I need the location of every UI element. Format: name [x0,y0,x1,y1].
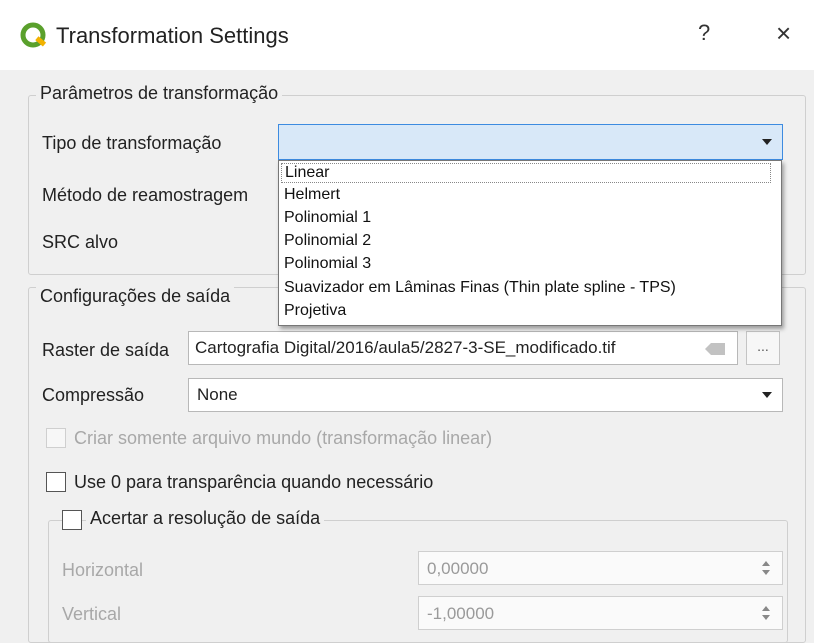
window-title: Transformation Settings [56,23,289,48]
world-file-label: Criar somente arquivo mundo (transformaç… [74,428,493,448]
transform-params-title: Parâmetros de transformação [36,83,283,104]
resampling-label: Método de reamostragem [42,185,249,205]
dropdown-option-polinomial-3[interactable]: Polinomial 3 [284,255,371,273]
qgis-icon [20,22,47,48]
vertical-spinbox[interactable]: -1,00000 [418,596,783,630]
vertical-label: Vertical [62,604,122,624]
transform-type-label: Tipo de transformação [42,133,222,153]
transform-type-dropdown[interactable]: Linear Helmert Polinomial 1 Polinomial 2… [278,160,782,326]
horizontal-label: Horizontal [62,560,144,580]
help-button[interactable]: ? [698,20,710,46]
spin-arrows-icon[interactable] [762,604,772,624]
horizontal-value: 0,00000 [427,559,489,578]
compression-value: None [197,385,238,404]
dropdown-option-tps[interactable]: Suavizador em Lâminas Finas (Thin plate … [284,279,676,297]
raster-output-label: Raster de saída [42,340,170,360]
compression-label: Compressão [42,385,145,405]
chevron-down-icon [762,139,772,145]
compression-combo[interactable]: None [188,378,783,412]
title-bar: Transformation Settings ? × [0,0,814,70]
dropdown-option-helmert[interactable]: Helmert [284,186,340,204]
vertical-value: -1,00000 [427,604,495,623]
output-settings-title: Configurações de saída [36,286,235,307]
raster-output-value: Cartografia Digital/2016/aula5/2827-3-SE… [195,338,616,357]
use-zero-checkbox[interactable] [46,472,66,492]
dropdown-option-linear[interactable]: Linear [281,163,771,183]
browse-button[interactable]: ... [746,331,780,365]
chevron-down-icon [762,392,772,398]
use-zero-label: Use 0 para transparência quando necessár… [74,472,434,492]
spin-arrows-icon[interactable] [762,559,772,579]
transform-type-combo[interactable] [278,124,783,160]
raster-output-field[interactable]: Cartografia Digital/2016/aula5/2827-3-SE… [188,331,738,365]
dropdown-option-polinomial-2[interactable]: Polinomial 2 [284,232,371,250]
close-button[interactable]: × [776,18,791,49]
world-file-checkbox[interactable] [46,428,66,448]
target-srs-label: SRC alvo [42,232,119,252]
horizontal-spinbox[interactable]: 0,00000 [418,551,783,585]
clear-icon[interactable] [705,343,725,355]
dropdown-option-polinomial-1[interactable]: Polinomial 1 [284,209,371,227]
resolution-title: Acertar a resolução de saída [86,508,325,529]
dropdown-option-projetiva[interactable]: Projetiva [284,302,346,320]
resolution-checkbox[interactable] [62,510,82,530]
